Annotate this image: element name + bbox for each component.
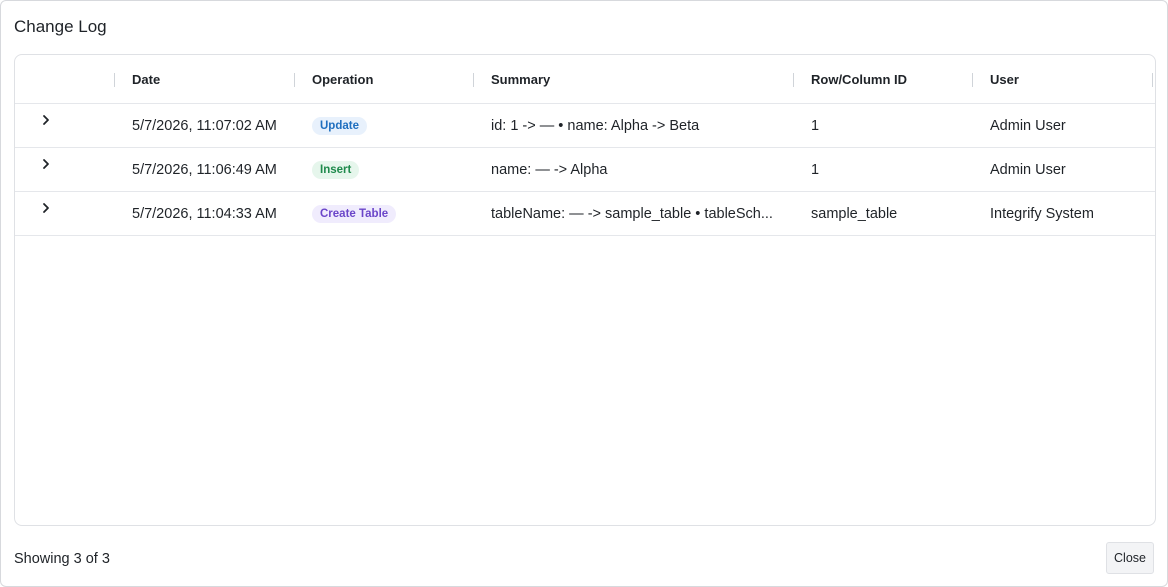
cell-operation: Insert [312, 148, 360, 192]
cell-row-column-id: sample_table [811, 206, 898, 222]
operation-badge: Insert [312, 161, 360, 179]
cell-operation: Create Table [312, 192, 397, 236]
close-button[interactable]: Close [1106, 542, 1154, 574]
cell-row-column-id: 1 [811, 162, 820, 178]
change-log-grid: Date Operation Summary Row/Column ID Use… [14, 54, 1156, 526]
operation-badge: Create Table [312, 205, 397, 223]
column-resize-handle[interactable] [1152, 73, 1153, 87]
dialog-title: Change Log [14, 17, 107, 36]
column-header-operation[interactable]: Operation [312, 55, 373, 104]
expand-row-button[interactable] [37, 155, 55, 173]
cell-date: 5/7/2026, 11:04:33 AM [132, 206, 277, 222]
table-row[interactable]: 5/7/2026, 11:06:49 AM Insert name: — -> … [15, 148, 1155, 192]
expand-row-button[interactable] [37, 111, 55, 129]
cell-summary: name: — -> Alpha [491, 162, 608, 178]
cell-date: 5/7/2026, 11:06:49 AM [132, 162, 277, 178]
cell-user: Integrify System [990, 206, 1094, 222]
cell-date: 5/7/2026, 11:07:02 AM [132, 118, 277, 134]
column-header-user[interactable]: User [990, 55, 1019, 104]
cell-user: Admin User [990, 162, 1066, 178]
chevron-right-icon [43, 115, 49, 125]
expand-row-button[interactable] [37, 199, 55, 217]
column-resize-handle[interactable] [294, 73, 295, 87]
column-resize-handle[interactable] [793, 73, 794, 87]
column-header-date[interactable]: Date [132, 55, 160, 104]
column-header-row-column-id[interactable]: Row/Column ID [811, 55, 907, 104]
chevron-right-icon [43, 159, 49, 169]
cell-row-column-id: 1 [811, 118, 820, 134]
change-log-dialog: Change Log Date Operation Summary Row/Co… [0, 0, 1168, 587]
cell-operation: Update [312, 104, 367, 148]
table-row[interactable]: 5/7/2026, 11:07:02 AM Update id: 1 -> — … [15, 104, 1155, 148]
column-header-summary[interactable]: Summary [491, 55, 550, 104]
row-count-status: Showing 3 of 3 [14, 551, 110, 567]
cell-summary: tableName: — -> sample_table • tableSch.… [491, 206, 773, 222]
cell-summary: id: 1 -> — • name: Alpha -> Beta [491, 118, 700, 134]
column-resize-handle[interactable] [972, 73, 973, 87]
chevron-right-icon [43, 203, 49, 213]
grid-header: Date Operation Summary Row/Column ID Use… [15, 55, 1155, 104]
table-row[interactable]: 5/7/2026, 11:04:33 AM Create Table table… [15, 192, 1155, 236]
column-resize-handle[interactable] [473, 73, 474, 87]
operation-badge: Update [312, 117, 367, 135]
column-resize-handle[interactable] [114, 73, 115, 87]
cell-user: Admin User [990, 118, 1066, 134]
